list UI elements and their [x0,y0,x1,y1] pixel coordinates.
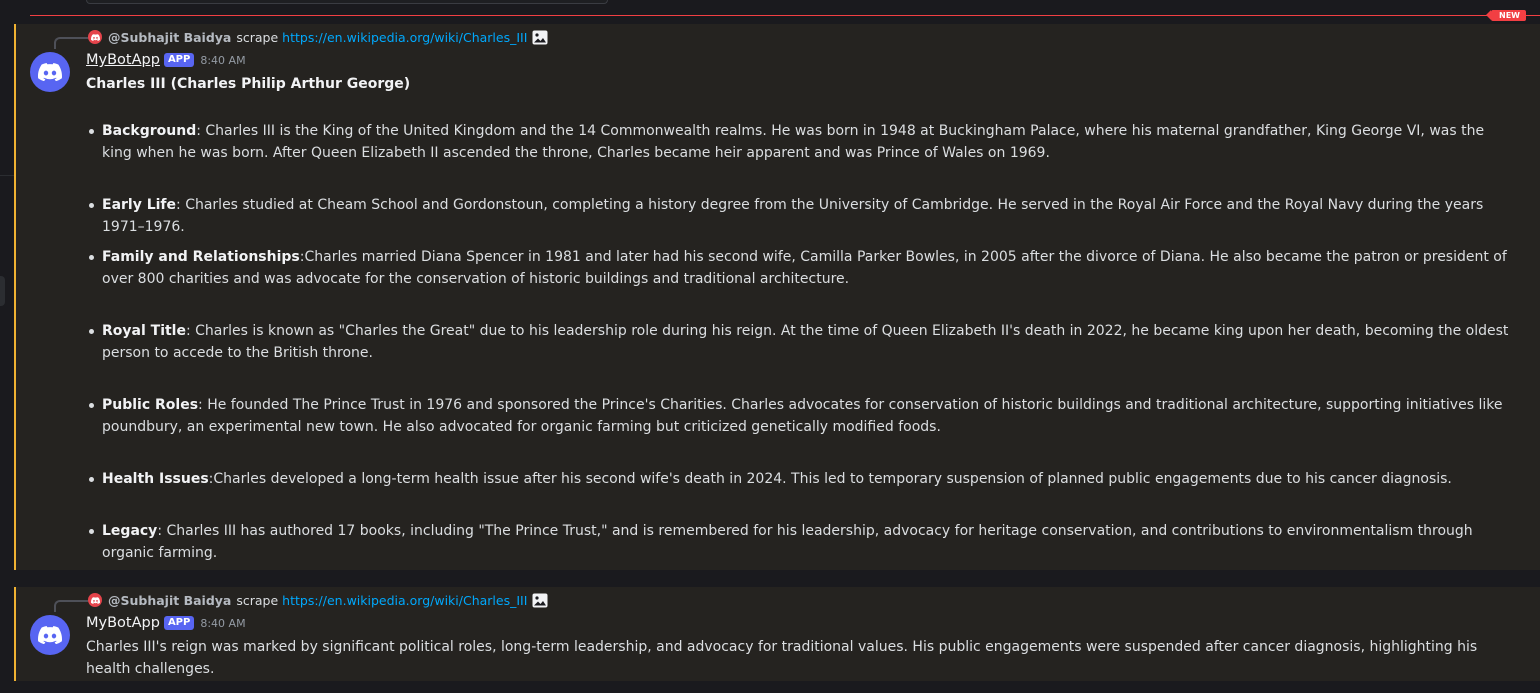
timestamp[interactable]: 8:40 AM [200,54,245,67]
bullet-label: Legacy [102,523,158,539]
bot-avatar-icon[interactable] [30,52,70,92]
reply-avatar-icon [88,30,102,44]
message-header: MyBotApp APP 8:40 AM [86,613,246,633]
reply-command: scrape [236,29,279,45]
username[interactable]: MyBotApp [86,615,160,631]
bullet-text: : Charles III is the King of the United … [102,123,1485,161]
bullet-label: Health Issues [102,471,209,487]
bullet-label: Early Life [102,197,177,213]
list-item: Health Issues:Charles developed a long-t… [86,468,1516,490]
bullet-text: : Charles is known as "Charles the Great… [102,323,1509,361]
sidebar-separator [0,175,14,176]
message-title: Charles III (Charles Philip Arthur Georg… [86,76,411,92]
image-icon [532,30,548,45]
reply-avatar-icon [88,593,102,607]
reply-reference[interactable]: @Subhajit Baidya scrape https://en.wikip… [88,28,548,46]
bullet-text: :Charles developed a long-term health is… [208,471,1452,487]
list-item: Early Life: Charles studied at Cheam Sch… [86,194,1516,238]
list-item: Legacy: Charles III has authored 17 book… [86,520,1516,564]
sidebar-handle[interactable] [0,276,5,306]
list-item: Public Roles: He founded The Prince Trus… [86,394,1516,438]
reply-connector [54,600,88,612]
bullet-label: Family and Relationships [102,249,300,265]
list-item: Family and Relationships:Charles married… [86,246,1516,290]
list-item: Background: Charles III is the King of t… [86,120,1516,164]
new-messages-divider [30,15,1540,16]
bot-avatar-icon[interactable] [30,615,70,655]
bullet-text: : Charles studied at Cheam School and Go… [102,197,1484,235]
bullet-text: : Charles III has authored 17 books, inc… [102,523,1473,561]
app-tag: APP [163,616,195,630]
bullet-label: Background [102,123,197,139]
message-header: MyBotApp APP 8:40 AM [86,50,246,70]
new-badge: NEW [1486,10,1526,21]
reply-command: scrape [236,592,279,608]
message-1[interactable]: @Subhajit Baidya scrape https://en.wikip… [14,24,1540,570]
message-text: Charles III's reign was marked by signif… [86,639,1478,677]
reply-link[interactable]: https://en.wikipedia.org/wiki/Charles_II… [282,30,527,45]
bullet-text: : He founded The Prince Trust in 1976 an… [102,397,1503,435]
message-content: Charles III (Charles Philip Arthur Georg… [86,73,1516,561]
message-2[interactable]: @Subhajit Baidya scrape https://en.wikip… [14,587,1540,681]
bullet-label: Royal Title [102,323,186,339]
reply-link[interactable]: https://en.wikipedia.org/wiki/Charles_II… [282,593,527,608]
message-content: Charles III's reign was marked by signif… [86,636,1516,680]
reply-connector [54,37,88,49]
reply-author[interactable]: @Subhajit Baidya [108,30,231,45]
reply-author[interactable]: @Subhajit Baidya [108,593,231,608]
bullet-text: :Charles married Diana Spencer in 1981 a… [102,249,1507,287]
reply-reference[interactable]: @Subhajit Baidya scrape https://en.wikip… [88,591,548,609]
app-tag: APP [163,53,195,67]
timestamp[interactable]: 8:40 AM [200,617,245,630]
bullet-label: Public Roles [102,397,199,413]
username[interactable]: MyBotApp [86,52,160,68]
server-sidebar-edge [0,0,14,693]
search-box-fragment[interactable] [86,0,608,4]
list-item: Royal Title: Charles is known as "Charle… [86,320,1516,364]
image-icon [532,593,548,608]
